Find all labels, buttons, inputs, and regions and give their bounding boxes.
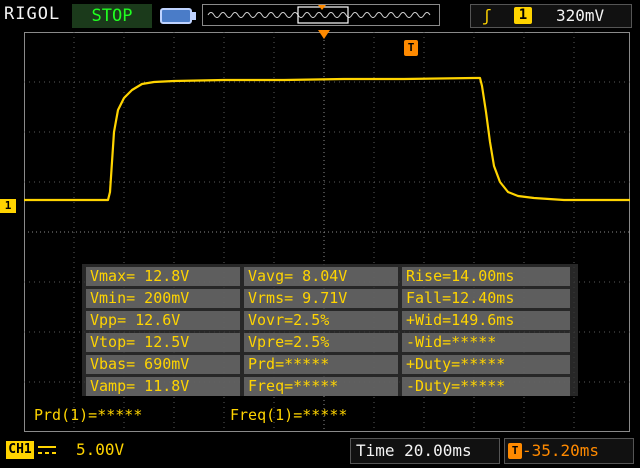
dc-coupling-icon	[38, 446, 56, 454]
frequency-counter: Freq(1)=*****	[230, 406, 348, 424]
trigger-offset-icon: T	[508, 443, 522, 459]
vertical-scale-value[interactable]: 5.00V	[76, 440, 124, 459]
trigger-channel-badge: 1	[514, 7, 532, 24]
measurement-cell: Vbas= 690mV	[86, 355, 240, 374]
measurement-cell: Fall=12.40ms	[402, 289, 570, 308]
measurement-panel: Vmax= 12.8V Vavg= 8.04V Rise=14.00ms Vmi…	[82, 264, 578, 396]
rising-edge-icon: ʃ	[482, 6, 492, 25]
measurement-cell: Vpre=2.5%	[244, 333, 398, 352]
measurement-cell: +Duty=*****	[402, 355, 570, 374]
channel-1-badge[interactable]: CH1	[6, 441, 34, 459]
memory-timeline[interactable]	[202, 4, 440, 26]
period-counter: Prd(1)=*****	[34, 406, 143, 424]
trigger-info-box[interactable]	[470, 4, 632, 28]
measurement-cell: Vovr=2.5%	[244, 311, 398, 330]
time-base-value: Time 20.00ms	[356, 441, 472, 460]
measurement-cell: Vrms= 9.71V	[244, 289, 398, 308]
battery-icon	[160, 8, 192, 24]
measurement-cell: Prd=*****	[244, 355, 398, 374]
brand-logo: RIGOL	[4, 4, 61, 24]
run-stop-indicator[interactable]: STOP	[72, 4, 152, 28]
measurement-cell: Vamp= 11.8V	[86, 377, 240, 396]
channel-1-offset-marker[interactable]: 1	[0, 199, 16, 213]
trigger-level-value: 320mV	[556, 6, 605, 25]
trigger-offset-value: -35.20ms	[522, 441, 600, 460]
measurement-cell: -Duty=*****	[402, 377, 570, 396]
trigger-level-marker[interactable]: T	[404, 40, 418, 56]
measurement-cell: Vpp= 12.6V	[86, 311, 240, 330]
measurement-cell: Freq=*****	[244, 377, 398, 396]
timeline-wave	[207, 12, 431, 18]
measurement-cell: Vavg= 8.04V	[244, 267, 398, 286]
battery-tip-icon	[192, 12, 196, 20]
measurement-cell: Vmax= 12.8V	[86, 267, 240, 286]
trigger-position-arrow-icon[interactable]	[318, 30, 330, 39]
measurement-cell: Vmin= 200mV	[86, 289, 240, 308]
measurement-cell: -Wid=*****	[402, 333, 570, 352]
measurement-cell: Rise=14.00ms	[402, 267, 570, 286]
measurement-cell: +Wid=149.6ms	[402, 311, 570, 330]
measurement-cell: Vtop= 12.5V	[86, 333, 240, 352]
